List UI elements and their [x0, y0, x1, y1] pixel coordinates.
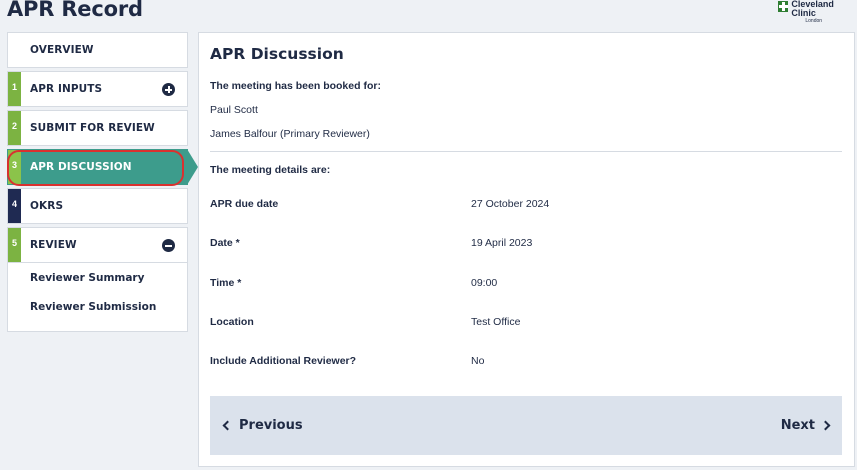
sidebar-item-label: SUBMIT FOR REVIEW	[30, 122, 155, 134]
apr-discussion-panel: APR Discussion The meeting has been book…	[198, 32, 855, 467]
sidebar-item-submit-for-review[interactable]: 2 SUBMIT FOR REVIEW	[7, 110, 188, 146]
sidebar-item-label: APR DISCUSSION	[30, 161, 132, 173]
expand-plus-icon[interactable]	[162, 83, 175, 96]
sidebar-item-label: OKRS	[30, 200, 64, 212]
logo-cross-icon	[778, 1, 789, 12]
logo-name: Cleveland Clinic	[791, 0, 834, 18]
sidebar-item-label: APR INPUTS	[30, 83, 103, 95]
detail-label: Date *	[210, 237, 240, 249]
previous-button[interactable]: Previous	[222, 418, 303, 433]
sidebar-item-review[interactable]: 5 REVIEW	[7, 227, 188, 263]
detail-value: No	[471, 355, 485, 367]
details-heading: The meeting details are:	[210, 164, 331, 176]
sidebar-nav: OVERVIEW 1 APR INPUTS 2 SUBMIT FOR REVIE…	[7, 32, 198, 332]
step-number: 3	[8, 150, 21, 184]
detail-value: 19 April 2023	[471, 237, 533, 249]
attendee: Paul Scott	[210, 104, 258, 116]
section-title: APR Discussion	[210, 45, 344, 63]
step-number: 4	[8, 189, 21, 223]
pager-bar: Previous Next	[210, 396, 842, 455]
next-label: Next	[780, 418, 815, 433]
chevron-left-icon	[222, 420, 233, 431]
sidebar-item-apr-discussion[interactable]: 3 APR DISCUSSION	[7, 149, 198, 186]
sidebar-item-overview[interactable]: OVERVIEW	[7, 32, 188, 68]
detail-label: Time *	[210, 277, 242, 289]
cleveland-clinic-logo: Cleveland Clinic London	[778, 0, 857, 24]
review-subitems: Reviewer Summary Reviewer Submission	[7, 263, 188, 332]
detail-value: Test Office	[471, 316, 521, 328]
collapse-minus-icon[interactable]	[162, 239, 175, 252]
detail-value: 09:00	[471, 277, 498, 289]
next-button[interactable]: Next	[781, 418, 831, 433]
page-title: APR Record	[7, 0, 143, 21]
step-number: 5	[8, 228, 21, 262]
step-number: 2	[8, 111, 21, 145]
detail-label: APR due date	[210, 198, 279, 210]
sidebar-subitem-reviewer-summary[interactable]: Reviewer Summary	[8, 267, 187, 296]
sidebar-subitem-reviewer-submission[interactable]: Reviewer Submission	[8, 296, 187, 325]
logo-sub: London	[805, 18, 823, 24]
attendee: James Balfour (Primary Reviewer)	[210, 128, 370, 140]
sidebar-item-label: OVERVIEW	[30, 44, 94, 56]
chevron-right-icon	[820, 420, 831, 431]
sidebar-item-label: REVIEW	[30, 239, 77, 251]
detail-value: 27 October 2024	[471, 198, 550, 210]
detail-label: Include Additional Reviewer?	[210, 355, 357, 367]
step-number: 1	[8, 72, 21, 106]
divider	[210, 151, 842, 152]
detail-label: Location	[210, 316, 254, 328]
sidebar-item-okrs[interactable]: 4 OKRS	[7, 188, 188, 224]
booked-heading: The meeting has been booked for:	[210, 80, 381, 92]
previous-label: Previous	[239, 418, 303, 433]
sidebar-item-apr-inputs[interactable]: 1 APR INPUTS	[7, 71, 188, 107]
